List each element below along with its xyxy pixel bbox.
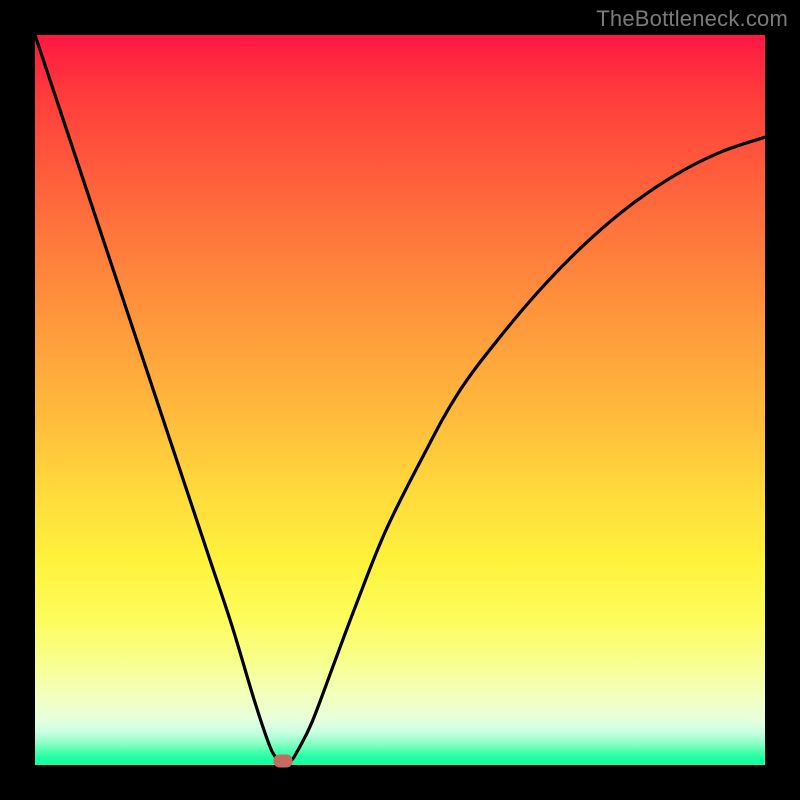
chart-marker <box>274 755 293 768</box>
chart-curve-svg <box>35 35 765 765</box>
chart-frame <box>35 35 765 765</box>
watermark-text: TheBottleneck.com <box>596 6 788 32</box>
bottleneck-curve-path <box>35 35 765 765</box>
